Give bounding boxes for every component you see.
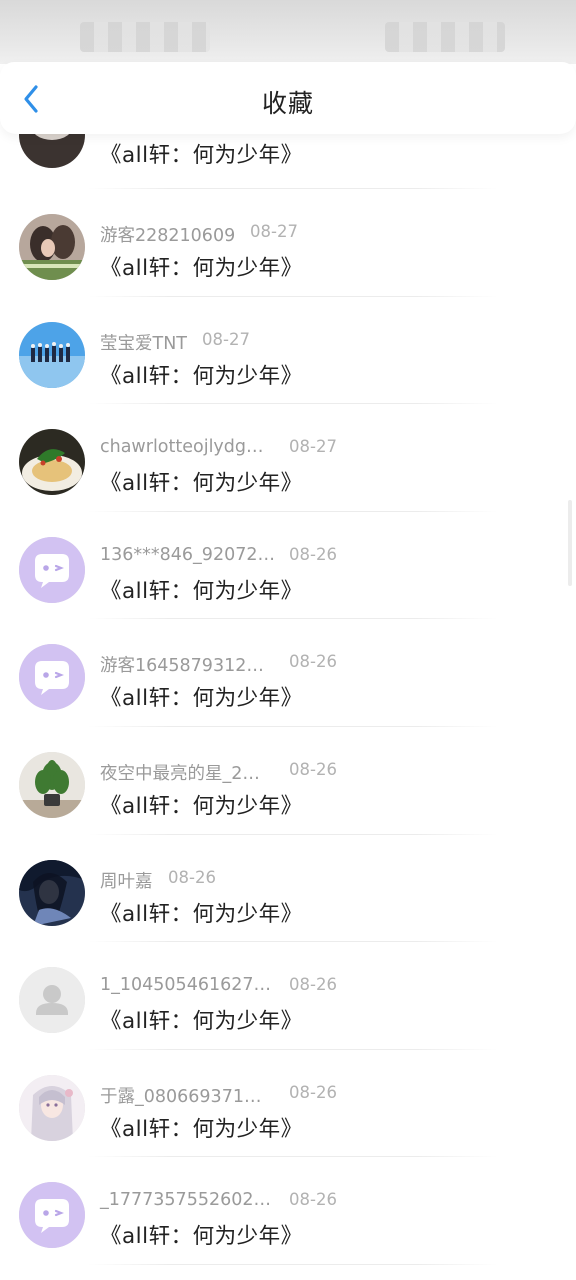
- work-title[interactable]: 《all轩：何为少年》: [100, 466, 303, 497]
- top-nav-bar: 收藏: [0, 62, 576, 134]
- scrollbar[interactable]: [568, 500, 572, 586]
- work-title[interactable]: 《all轩：何为少年》: [100, 897, 303, 928]
- avatar[interactable]: [19, 644, 85, 711]
- avatar[interactable]: [19, 859, 85, 926]
- avatar[interactable]: [19, 536, 85, 603]
- list-item[interactable]: 1_104505461627… 08-26 《all轩：何为少年》: [0, 942, 576, 1050]
- favorites-list: 《all轩：何为少年》 游客228210609 08-27 《all轩：何为少年》 莹宝…: [0, 82, 576, 1265]
- work-title[interactable]: 《all轩：何为少年》: [100, 1112, 303, 1143]
- work-title[interactable]: 《all轩：何为少年》: [100, 789, 303, 820]
- list-item[interactable]: 游客228210609 08-27 《all轩：何为少年》: [0, 189, 576, 297]
- list-item[interactable]: _1777357552602… 08-26 《all轩：何为少年》: [0, 1157, 576, 1265]
- user-name: 游客1645879312…: [100, 656, 264, 677]
- avatar[interactable]: [19, 1074, 85, 1141]
- item-meta: 莹宝爱TNT 08-27: [100, 329, 360, 354]
- list-item[interactable]: 游客1645879312… 08-26 《all轩：何为少年》: [0, 619, 576, 727]
- item-meta: 136***846_92072… 08-26: [100, 545, 360, 567]
- favorite-date: 08-26: [289, 759, 337, 779]
- favorite-date: 08-27: [289, 437, 337, 457]
- work-title[interactable]: 《all轩：何为少年》: [100, 138, 303, 169]
- work-title[interactable]: 《all轩：何为少年》: [100, 681, 303, 712]
- user-name: 136***846_92072…: [100, 544, 275, 565]
- item-meta: 游客1645879312… 08-26: [100, 652, 360, 677]
- favorite-date: 08-27: [250, 222, 298, 241]
- user-name: 莹宝爱TNT: [100, 333, 187, 354]
- favorite-date: 08-26: [289, 544, 337, 564]
- work-title[interactable]: 《all轩：何为少年》: [100, 359, 303, 390]
- item-meta: chawrlotteojlydg… 08-27: [100, 437, 360, 459]
- avatar[interactable]: [19, 751, 85, 818]
- favorite-date: 08-27: [202, 329, 250, 349]
- avatar[interactable]: [19, 967, 85, 1034]
- avatar[interactable]: [19, 321, 85, 388]
- favorite-date: 08-26: [289, 1082, 337, 1102]
- user-name: _1777357552602…: [100, 1190, 271, 1211]
- item-meta: _1777357552602… 08-26: [100, 1190, 360, 1212]
- favorite-date: 08-26: [289, 1190, 337, 1210]
- favorite-date: 08-26: [168, 867, 216, 887]
- divider: [88, 1263, 498, 1265]
- favorite-date: 08-26: [289, 652, 337, 672]
- list-item[interactable]: 136***846_92072… 08-26 《all轩：何为少年》: [0, 512, 576, 620]
- list-item[interactable]: chawrlotteojlydg… 08-27 《all轩：何为少年》: [0, 404, 576, 512]
- item-meta: 游客228210609 08-27: [100, 222, 360, 246]
- item-meta: [100, 33, 360, 55]
- list-item[interactable]: 于露_080669371… 08-26 《all轩：何为少年》: [0, 1050, 576, 1158]
- work-title[interactable]: 《all轩：何为少年》: [100, 1219, 303, 1250]
- user-name: 于露_080669371…: [100, 1086, 262, 1107]
- user-name: 游客228210609: [100, 226, 236, 246]
- work-title[interactable]: 《all轩：何为少年》: [100, 251, 303, 282]
- item-meta: 夜空中最亮的星_2… 08-26: [100, 759, 360, 784]
- user-name: 夜空中最亮的星_2…: [100, 763, 260, 784]
- list-item[interactable]: 夜空中最亮的星_2… 08-26 《all轩：何为少年》: [0, 727, 576, 835]
- user-name: chawrlotteojlydg…: [100, 437, 264, 458]
- list-item[interactable]: 周叶嘉 08-26 《all轩：何为少年》: [0, 835, 576, 943]
- list-item[interactable]: 莹宝爱TNT 08-27 《all轩：何为少年》: [0, 297, 576, 405]
- page-title: 收藏: [261, 89, 314, 118]
- avatar[interactable]: [19, 1182, 85, 1249]
- user-name: 1_104505461627…: [100, 975, 271, 996]
- avatar[interactable]: [19, 214, 85, 280]
- work-title[interactable]: 《all轩：何为少年》: [100, 574, 303, 605]
- favorite-date: 08-26: [289, 975, 337, 995]
- item-meta: 周叶嘉 08-26: [100, 867, 360, 892]
- avatar[interactable]: [19, 429, 85, 496]
- work-title[interactable]: 《all轩：何为少年》: [100, 1004, 303, 1035]
- user-name: 周叶嘉: [100, 871, 153, 892]
- item-meta: 于露_080669371… 08-26: [100, 1082, 360, 1107]
- item-meta: 1_104505461627… 08-26: [100, 975, 360, 997]
